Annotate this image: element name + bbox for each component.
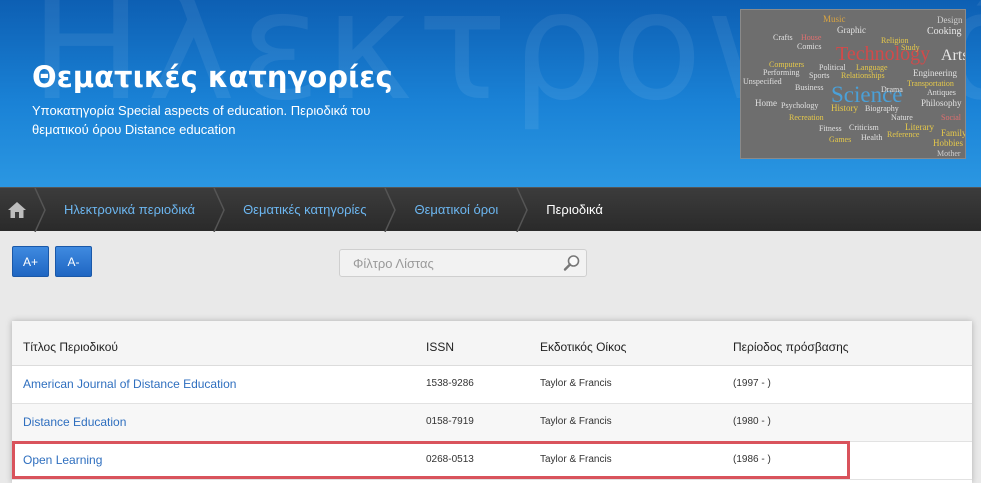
word-home: Home: [755, 98, 777, 108]
subject-wordcloud-image: Music Design Cooking Graphic Crafts Hous…: [740, 9, 966, 159]
page-subtitle: Υποκατηγορία Special aspects of educatio…: [32, 103, 371, 137]
table-row: American Journal of Distance Education 1…: [12, 366, 972, 404]
journal-issn: 0158-7919: [426, 416, 474, 427]
word-relationships: Relationships: [841, 71, 885, 80]
breadcrumb-separator-icon: [213, 187, 225, 232]
word-games: Games: [829, 135, 851, 144]
column-header-access-period[interactable]: Περίοδος πρόσβασης: [733, 340, 849, 354]
word-design: Design: [937, 15, 963, 25]
column-header-publisher[interactable]: Εκδοτικός Οίκος: [540, 340, 626, 354]
journal-access-period: (1997 - ): [733, 378, 771, 389]
word-house: House: [801, 33, 822, 42]
word-business: Business: [795, 83, 823, 92]
home-button[interactable]: [0, 188, 34, 232]
word-hobbies: Hobbies: [933, 138, 963, 148]
breadcrumb-categories-link[interactable]: Θεματικές κατηγορίες: [225, 188, 384, 232]
word-criticism: Criticism: [849, 123, 880, 132]
search-icon[interactable]: [558, 250, 586, 276]
journal-publisher: Taylor & Francis: [540, 416, 612, 427]
list-filter-input[interactable]: [340, 250, 558, 276]
journal-issn: 0268-0513: [426, 454, 474, 465]
home-icon: [8, 201, 26, 218]
breadcrumb: Ηλεκτρονικά περιοδικά Θεματικές κατηγορί…: [0, 187, 981, 232]
word-psychology: Psychology: [781, 101, 818, 110]
word-performing: Performing: [763, 68, 799, 77]
word-unspecified: Unspecified: [743, 77, 782, 86]
breadcrumb-separator-icon: [516, 187, 529, 232]
word-study: Study: [901, 43, 920, 52]
table-header: Τίτλος Περιοδικού ISSN Εκδοτικός Οίκος Π…: [12, 321, 972, 366]
journal-title-link[interactable]: Distance Education: [23, 415, 126, 429]
word-philosophy: Philosophy: [921, 98, 962, 108]
word-family: Family: [941, 128, 966, 138]
word-nature: Nature: [891, 113, 913, 122]
journals-table: Τίτλος Περιοδικού ISSN Εκδοτικός Οίκος Π…: [12, 321, 972, 483]
word-cooking: Cooking: [927, 26, 961, 37]
word-fitness: Fitness: [819, 124, 842, 133]
journal-issn: 1538-9286: [426, 378, 474, 389]
word-arts: Arts: [941, 47, 966, 64]
breadcrumb-ejournals-link[interactable]: Ηλεκτρονικά περιοδικά: [46, 188, 213, 232]
word-antiques: Antiques: [927, 88, 956, 97]
journal-publisher: Taylor & Francis: [540, 454, 612, 465]
font-increase-button[interactable]: A+: [12, 246, 49, 277]
breadcrumb-terms-link[interactable]: Θεματικοί όροι: [396, 188, 516, 232]
wordcloud-svg: Music Design Cooking Graphic Crafts Hous…: [743, 14, 966, 158]
journal-publisher: Taylor & Francis: [540, 378, 612, 389]
word-health: Health: [861, 133, 882, 142]
breadcrumb-separator-icon: [34, 187, 46, 232]
word-drama: Drama: [881, 85, 903, 94]
word-sports: Sports: [809, 71, 829, 80]
journal-access-period: (1986 - ): [733, 454, 771, 465]
table-row: Distance Education 0158-7919 Taylor & Fr…: [12, 404, 972, 442]
page-title: Θεματικές κατηγορίες: [32, 60, 393, 94]
column-header-issn[interactable]: ISSN: [426, 340, 454, 354]
word-engineering: Engineering: [913, 68, 957, 78]
table-row: Open Learning 0268-0513 Taylor & Francis…: [12, 442, 972, 480]
font-decrease-button[interactable]: A-: [55, 246, 92, 277]
list-filter: [339, 249, 587, 277]
word-music-top: Music: [823, 14, 846, 24]
page-header: Ηλεκτρονικά Θεματικές κατηγορίες Υποκατη…: [0, 0, 981, 187]
journal-title-link[interactable]: American Journal of Distance Education: [23, 377, 236, 391]
word-transportation: Transportation: [907, 79, 954, 88]
word-history: History: [831, 103, 859, 113]
word-biography: Biography: [865, 104, 899, 113]
journal-access-period: (1980 - ): [733, 416, 771, 427]
word-social: Social: [941, 113, 962, 122]
word-recreation: Recreation: [789, 113, 824, 122]
word-comics: Comics: [797, 42, 821, 51]
word-reference: Reference: [887, 130, 920, 139]
breadcrumb-current: Περιοδικά: [546, 202, 603, 217]
word-graphic: Graphic: [837, 25, 866, 35]
word-crafts: Crafts: [773, 33, 793, 42]
column-header-title[interactable]: Τίτλος Περιοδικού: [23, 340, 118, 354]
breadcrumb-separator-icon: [384, 187, 397, 232]
journal-title-link[interactable]: Open Learning: [23, 453, 102, 467]
word-mother: Mother: [937, 149, 961, 158]
